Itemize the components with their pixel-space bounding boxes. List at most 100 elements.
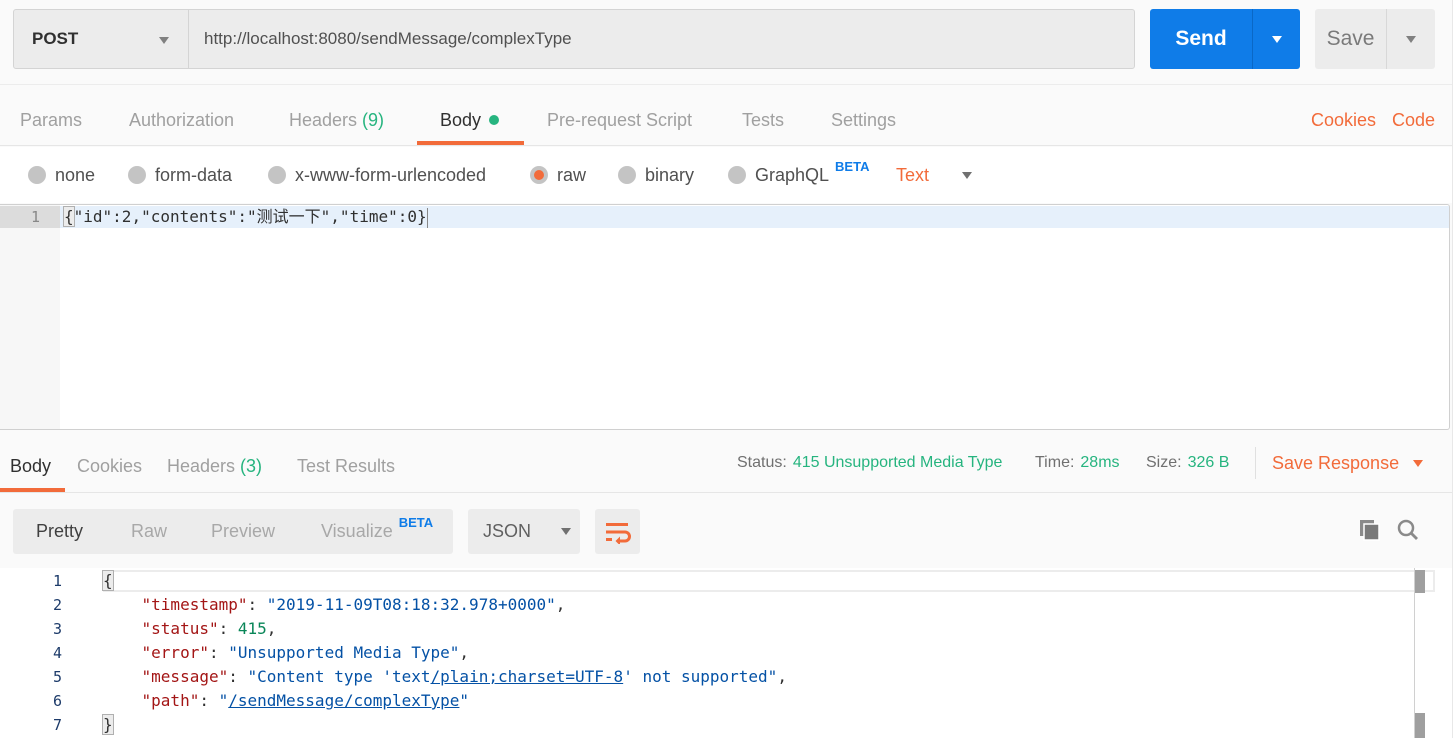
search-button[interactable] — [1393, 515, 1423, 545]
radio-circle-icon — [268, 166, 286, 184]
json-string: "Unsupported Media Type" — [228, 643, 460, 662]
json-string: " — [459, 691, 470, 710]
tab-label: Params — [20, 109, 83, 130]
request-url-bar: POST — [13, 9, 1135, 69]
wrap-lines-icon — [605, 522, 631, 544]
tab-label: Body — [440, 109, 482, 130]
response-tab-cookies[interactable]: Cookies — [77, 440, 142, 492]
json-number: 415 — [237, 619, 267, 638]
time-value: 28ms — [1080, 454, 1120, 471]
code-link[interactable]: Code — [1392, 95, 1435, 145]
window-edge — [1452, 0, 1456, 738]
scrollbar-thumb[interactable] — [1415, 713, 1425, 738]
chevron-down-icon — [962, 171, 973, 179]
radio-label: binary — [645, 164, 695, 185]
json-link[interactable]: /sendMessage/complexType — [228, 691, 459, 710]
save-button[interactable]: Save — [1315, 9, 1387, 69]
json-key: "error" — [141, 643, 209, 662]
code-line: 5 "message": "Content type 'text/plain;c… — [0, 665, 1452, 689]
save-button-group: Save — [1315, 9, 1435, 69]
radio-none[interactable]: none — [28, 147, 95, 203]
json-link[interactable]: /plain;charset=UTF-8 — [431, 667, 624, 686]
view-raw[interactable]: Raw — [131, 509, 167, 554]
code-line: 3 "status": 415, — [0, 617, 1452, 641]
tab-label: Tests — [742, 109, 785, 130]
scrollbar-thumb[interactable] — [1415, 570, 1425, 593]
send-button[interactable]: Send — [1150, 9, 1253, 69]
request-tabs: Params Authorization Headers (9) Body Pre… — [0, 95, 1452, 145]
tab-settings[interactable]: Settings — [831, 95, 896, 145]
code-line: 4 "error": "Unsupported Media Type", — [0, 641, 1452, 665]
tab-label: Pre-request Script — [547, 109, 693, 130]
tab-pre-request-script[interactable]: Pre-request Script — [547, 95, 692, 145]
tab-params[interactable]: Params — [20, 95, 82, 145]
status-label: Status: — [737, 454, 787, 471]
divider — [0, 84, 1452, 85]
radio-label: GraphQL — [755, 164, 830, 185]
cookies-link[interactable]: Cookies — [1311, 95, 1376, 145]
line-number: 5 — [52, 668, 62, 686]
matched-brace: } — [102, 714, 114, 735]
text-cursor — [426, 207, 428, 228]
radio-circle-icon — [28, 166, 46, 184]
tab-tests[interactable]: Tests — [742, 95, 784, 145]
view-label: Visualize — [321, 521, 393, 541]
tab-body[interactable]: Body — [440, 95, 500, 145]
json-key: "status" — [141, 619, 219, 638]
status-value: 415 Unsupported Media Type — [792, 454, 1003, 471]
request-body-editor[interactable]: 1 {"id":2,"contents":"测试一下","time":0} — [0, 204, 1450, 430]
send-options-dropdown[interactable] — [1253, 9, 1300, 69]
chevron-down-icon — [159, 37, 169, 44]
copy-icon — [1360, 520, 1380, 541]
tab-authorization[interactable]: Authorization — [129, 95, 234, 145]
wrap-lines-button[interactable] — [595, 509, 640, 554]
save-options-dropdown[interactable] — [1387, 9, 1435, 69]
line-number: 4 — [52, 644, 62, 662]
headers-count: (3) — [240, 455, 263, 476]
code-text: "status": 415, — [141, 619, 277, 638]
body-indicator-dot-icon — [489, 115, 500, 125]
response-tab-test-results[interactable]: Test Results — [297, 440, 395, 492]
code-line: 7 } — [0, 713, 1452, 737]
method-select[interactable]: POST — [14, 10, 189, 68]
tab-headers[interactable]: Headers (9) — [289, 95, 384, 145]
response-tabs: Body Cookies Headers (3) Test Results — [0, 440, 1452, 492]
view-pretty[interactable]: Pretty — [36, 509, 83, 554]
json-string: "Content type 'text — [247, 667, 431, 686]
code-text: "path": "/sendMessage/complexType" — [141, 691, 470, 710]
raw-format-select[interactable]: Text — [896, 147, 973, 203]
line-number: 2 — [52, 596, 62, 614]
size-value: 326 B — [1187, 454, 1230, 471]
code-text: } — [102, 713, 114, 737]
body-type-selector: none form-data x-www-form-urlencoded raw… — [0, 147, 1452, 203]
divider — [0, 145, 1452, 146]
code-line: 6 "path": "/sendMessage/complexType" — [0, 689, 1452, 713]
method-label: POST — [32, 29, 79, 48]
radio-x-www-form-urlencoded[interactable]: x-www-form-urlencoded — [268, 147, 486, 203]
url-input[interactable] — [189, 10, 1134, 68]
radio-raw[interactable]: raw — [530, 147, 586, 203]
json-key: "message" — [141, 667, 229, 686]
format-label: JSON — [483, 521, 532, 541]
line-gutter — [0, 205, 60, 429]
copy-button[interactable] — [1355, 515, 1385, 545]
code-text: "timestamp": "2019-11-09T08:18:32.978+00… — [141, 595, 566, 614]
headers-count: (9) — [362, 109, 385, 130]
radio-binary[interactable]: binary — [618, 147, 694, 203]
save-response-button[interactable]: Save Response — [1272, 440, 1424, 486]
line-number: 6 — [52, 692, 62, 710]
response-body-viewer[interactable]: 1 { 2 "timestamp": "2019-11-09T08:18:32.… — [0, 568, 1452, 738]
view-preview[interactable]: Preview — [211, 509, 275, 554]
line-number: 1 — [52, 572, 62, 590]
response-tab-body[interactable]: Body — [10, 440, 51, 492]
line-number: 1 — [30, 208, 40, 226]
radio-form-data[interactable]: form-data — [128, 147, 232, 203]
time-label: Time: — [1035, 454, 1075, 471]
view-visualize[interactable]: Visualize BETA — [321, 509, 433, 554]
response-format-select[interactable]: JSON — [468, 509, 580, 554]
radio-graphql[interactable]: GraphQL BETA — [728, 147, 869, 203]
tab-label: Body — [10, 455, 52, 476]
response-tab-headers[interactable]: Headers (3) — [167, 440, 262, 492]
divider — [1255, 447, 1256, 479]
response-view-mode: Pretty Raw Preview Visualize BETA — [13, 509, 453, 554]
